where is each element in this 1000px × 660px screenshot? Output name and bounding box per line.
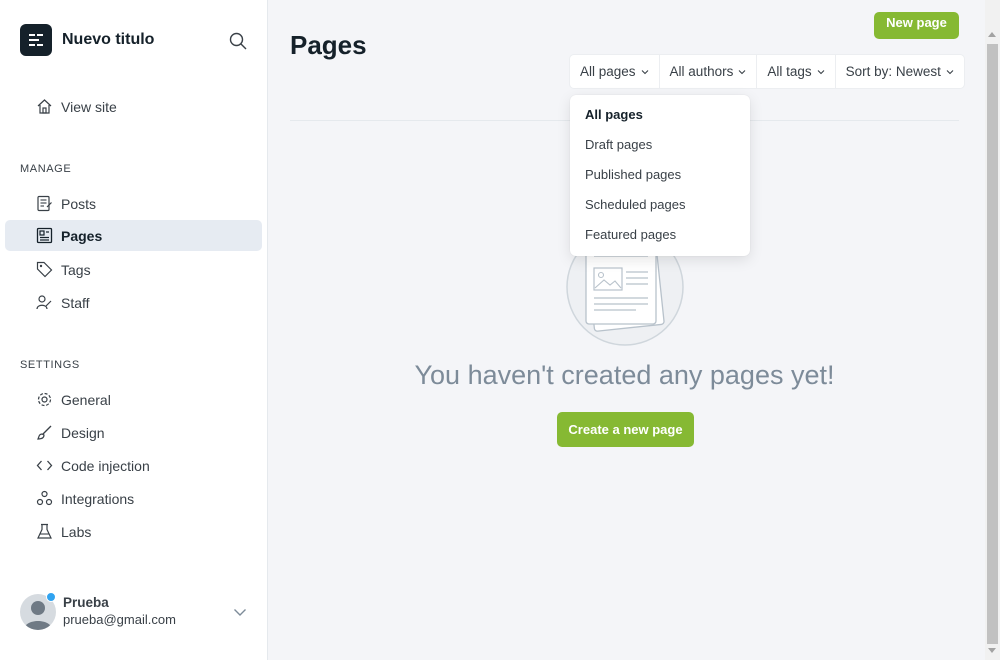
user-name: Prueba — [63, 595, 109, 610]
user-email: prueba@gmail.com — [63, 612, 176, 627]
dropdown-option-draft-pages[interactable]: Draft pages — [570, 130, 750, 160]
chevron-down-icon — [817, 69, 825, 74]
posts-icon — [37, 195, 52, 212]
filter-sort[interactable]: Sort by: Newest — [836, 55, 964, 88]
code-icon — [36, 460, 53, 471]
nav-tags[interactable]: Tags — [5, 254, 262, 285]
nav-tags-label: Tags — [61, 261, 91, 278]
nav-design[interactable]: Design — [5, 417, 262, 448]
filter-all-authors-label: All authors — [669, 64, 734, 79]
pages-icon — [36, 227, 53, 244]
nav-general[interactable]: General — [5, 384, 262, 415]
nav-staff-label: Staff — [61, 294, 90, 311]
nav-pages[interactable]: Pages — [5, 220, 262, 251]
page-title: Pages — [290, 30, 367, 60]
nav-code-injection[interactable]: Code injection — [5, 450, 262, 481]
nav-labs-label: Labs — [61, 523, 92, 540]
brush-icon — [37, 425, 52, 440]
scroll-down-arrow[interactable] — [988, 648, 996, 653]
dropdown-option-published-pages[interactable]: Published pages — [570, 160, 750, 190]
nav-posts-label: Posts — [61, 195, 97, 212]
nav-staff[interactable]: Staff — [5, 287, 262, 318]
site-title: Nuevo titulo — [62, 31, 155, 48]
create-page-button[interactable]: Create a new page — [557, 412, 694, 447]
pages-filter-dropdown: All pages Draft pages Published pages Sc… — [570, 95, 750, 256]
filter-all-pages-label: All pages — [580, 64, 636, 79]
filter-all-pages[interactable]: All pages — [570, 55, 660, 88]
manage-section-title: MANAGE — [20, 163, 72, 175]
empty-state-message: You haven't created any pages yet! — [414, 360, 835, 390]
settings-section-title: SETTINGS — [20, 359, 80, 371]
nav-labs[interactable]: Labs — [5, 516, 262, 547]
gear-icon — [37, 392, 52, 407]
dropdown-option-scheduled-pages[interactable]: Scheduled pages — [570, 190, 750, 220]
search-icon[interactable] — [228, 31, 248, 51]
dropdown-option-all-pages[interactable]: All pages — [570, 100, 750, 130]
flask-icon — [37, 523, 52, 539]
integrations-icon — [36, 490, 53, 506]
scrollbar-thumb[interactable] — [987, 44, 998, 644]
user-menu[interactable]: Prueba prueba@gmail.com — [20, 591, 252, 631]
nav-code-injection-label: Code injection — [61, 457, 150, 474]
nav-pages-label: Pages — [61, 227, 103, 244]
filter-sort-label: Sort by: Newest — [845, 64, 941, 79]
status-dot — [46, 592, 56, 602]
brand[interactable]: Nuevo titulo — [20, 24, 154, 56]
filter-all-tags-label: All tags — [767, 64, 812, 79]
nav-view-site[interactable]: View site — [5, 91, 262, 122]
staff-icon — [36, 295, 52, 310]
filter-all-authors[interactable]: All authors — [660, 55, 758, 88]
chevron-down-icon — [946, 69, 954, 74]
nav-design-label: Design — [61, 424, 105, 441]
tag-icon — [36, 261, 53, 278]
dropdown-option-featured-pages[interactable]: Featured pages — [570, 220, 750, 250]
chevron-down-icon — [234, 609, 246, 616]
new-page-button-wrap: New page — [870, 0, 970, 40]
new-page-button[interactable]: New page — [874, 12, 959, 39]
nav-general-label: General — [61, 391, 111, 408]
home-icon — [37, 99, 52, 114]
chevron-down-icon — [641, 69, 648, 74]
site-logo-icon — [20, 24, 52, 56]
chevron-down-icon — [738, 69, 746, 74]
sidebar: Nuevo titulo View site MANAGE Posts Page… — [0, 0, 268, 660]
nav-integrations-label: Integrations — [61, 490, 135, 507]
scroll-up-arrow[interactable] — [988, 32, 996, 37]
filter-bar: All pages All authors All tags Sort by: … — [570, 55, 964, 88]
nav-posts[interactable]: Posts — [5, 188, 262, 219]
nav-integrations[interactable]: Integrations — [5, 483, 262, 514]
nav-view-site-label: View site — [61, 98, 117, 115]
filter-all-tags[interactable]: All tags — [757, 55, 836, 88]
